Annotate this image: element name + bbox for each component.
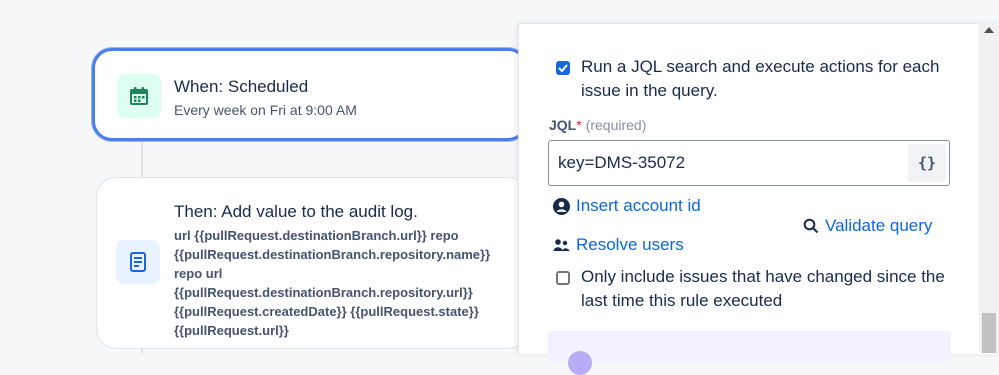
run-jql-checkbox[interactable] — [556, 61, 570, 75]
flow-connector — [141, 141, 143, 177]
info-icon — [568, 351, 592, 375]
trigger-card[interactable]: When: Scheduled Every week on Fri at 9:0… — [92, 48, 528, 141]
insert-account-id-link[interactable]: Insert account id — [553, 196, 701, 216]
search-icon — [803, 218, 819, 234]
action-value: url {{pullRequest.destinationBranch.url}… — [174, 228, 491, 338]
configuration-panel: Run a JQL search and execute actions for… — [518, 23, 999, 375]
jql-label: JQL* (required) — [549, 117, 646, 133]
only-changed-label: Only include issues that have changed si… — [581, 267, 945, 310]
action-card[interactable]: Then: Add value to the audit log. url {{… — [96, 177, 528, 349]
insert-account-id-label: Insert account id — [576, 196, 701, 215]
required-mark: * — [576, 117, 582, 133]
people-icon — [553, 238, 570, 251]
user-circle-icon — [553, 197, 570, 215]
flow-connector — [141, 349, 143, 353]
scrollbar-thumb[interactable] — [982, 313, 996, 353]
action-title: Then: Add value to the audit log. — [174, 202, 418, 221]
trigger-title: When: Scheduled — [174, 77, 309, 96]
document-icon — [116, 240, 160, 284]
run-jql-label: Run a JQL search and execute actions for… — [581, 57, 940, 100]
jql-label-text: JQL — [549, 117, 577, 133]
resolve-users-label: Resolve users — [576, 235, 684, 254]
only-changed-checkbox[interactable] — [556, 271, 570, 285]
calendar-icon — [117, 74, 161, 118]
jql-value: key=DMS-35072 — [558, 153, 686, 172]
validate-query-link[interactable]: Validate query — [803, 216, 932, 236]
resolve-users-link[interactable]: Resolve users — [553, 235, 684, 255]
jql-input[interactable]: key=DMS-35072 {} — [548, 140, 950, 186]
validate-query-label: Validate query — [825, 216, 933, 235]
info-panel — [548, 331, 951, 375]
required-hint: (required) — [585, 117, 647, 133]
panel-scrollbar[interactable] — [979, 23, 999, 353]
scroll-up-arrow-icon[interactable] — [984, 27, 994, 33]
smart-values-button[interactable]: {} — [908, 144, 946, 182]
trigger-schedule: Every week on Fri at 9:00 AM — [174, 102, 357, 118]
